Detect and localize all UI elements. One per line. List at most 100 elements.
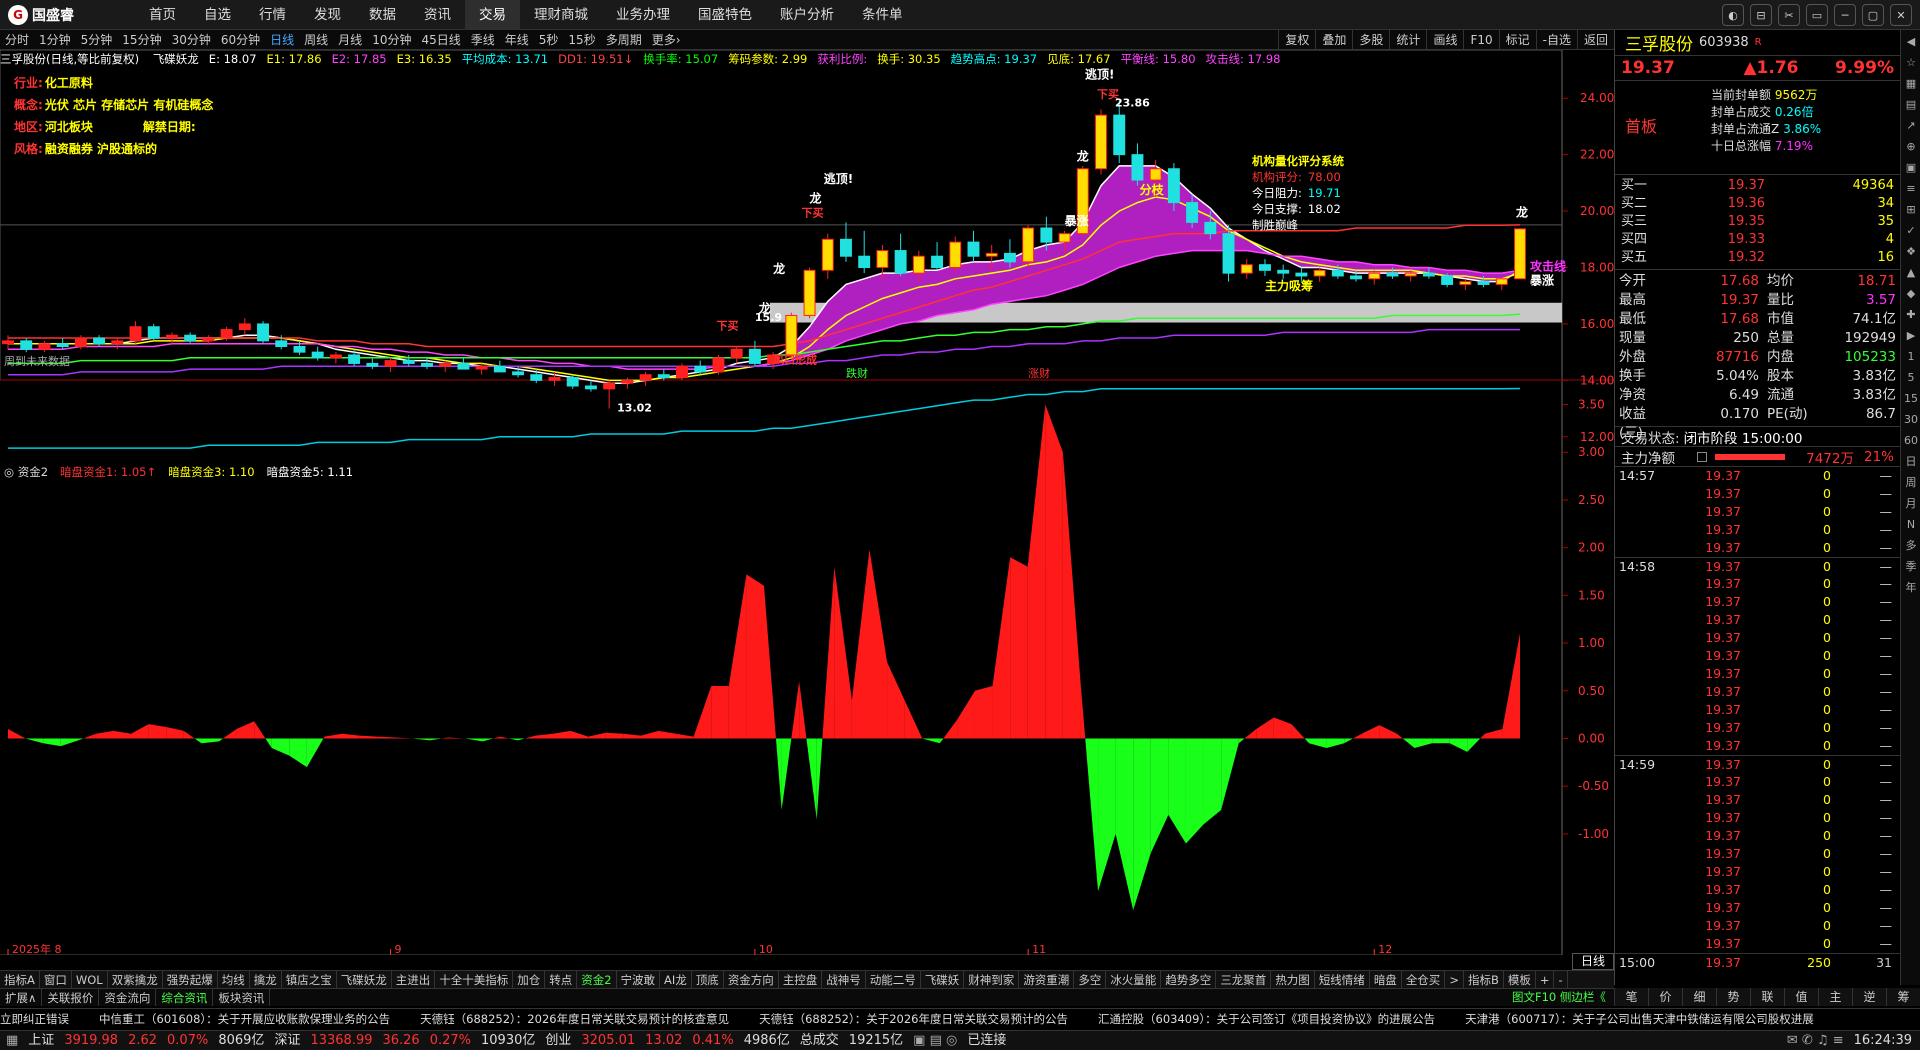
period-tab-8[interactable]: 月线 [333, 31, 367, 48]
side-tool-icon[interactable]: ⊞ [1902, 201, 1920, 219]
nav-item-6[interactable]: 交易 [465, 0, 520, 30]
indicator-tab[interactable]: 擒龙 [250, 971, 282, 988]
nav-item-9[interactable]: 国盛特色 [684, 0, 766, 30]
window-control-icon-2[interactable]: ✂ [1778, 4, 1800, 26]
window-control-icon-5[interactable]: ▢ [1862, 4, 1884, 26]
news-ticker[interactable]: 立即纠正错误 中信重工（601608）：关于开展应收账款保理业务的公告 天德钰（68… [0, 1008, 1920, 1028]
quote-tab[interactable]: 值 [1784, 988, 1818, 1006]
side-tool-icon[interactable]: ☆ [1902, 54, 1920, 72]
stock-header[interactable]: 三孚股份 603938 R [1615, 30, 1900, 56]
chart-tool-2[interactable]: 多股 [1352, 30, 1389, 50]
chart-tool-8[interactable]: 返回 [1576, 30, 1614, 50]
quote-tab[interactable]: 联 [1750, 988, 1784, 1006]
indicator-tab[interactable]: 宁波敢 [617, 971, 661, 988]
period-tab-16[interactable]: 更多› [647, 31, 686, 48]
indicator-tab[interactable]: 双紫擒龙 [108, 971, 163, 988]
news-item[interactable]: 立即纠正错误 [0, 1012, 69, 1026]
indicator-tab[interactable]: > [1445, 971, 1464, 988]
period-tab-2[interactable]: 5分钟 [76, 31, 118, 48]
indicator-tab[interactable]: - [1554, 971, 1568, 988]
nav-item-7[interactable]: 理财商城 [520, 0, 602, 30]
indicator-tab[interactable]: 游资重潮 [1019, 971, 1075, 988]
buy-level-row[interactable]: 买三 19.35 35 [1615, 213, 1900, 231]
indicator-tab[interactable]: 飞碟妖 [921, 971, 965, 988]
bottom-tab[interactable]: 扩展∧ [0, 989, 43, 1006]
quote-tab[interactable]: 价 [1648, 988, 1682, 1006]
window-control-icon-3[interactable]: ▭ [1806, 4, 1828, 26]
indicator-tab[interactable]: 暗盘 [1370, 971, 1402, 988]
period-tab-0[interactable]: 分时 [0, 31, 34, 48]
side-tool-icon[interactable]: ✓ [1902, 222, 1920, 240]
side-tool-icon[interactable]: 1 [1902, 348, 1920, 366]
period-tab-9[interactable]: 10分钟 [367, 31, 416, 48]
indicator-tab[interactable]: 模板 [1504, 971, 1536, 988]
indicator-tab[interactable]: 三龙聚首 [1216, 971, 1272, 988]
chart-tool-6[interactable]: 标记 [1498, 30, 1536, 50]
sz-label[interactable]: 深证 [274, 1031, 300, 1050]
indicator-tab[interactable]: 主进出 [392, 971, 436, 988]
side-tool-icon[interactable]: 月 [1902, 495, 1920, 513]
period-tab-5[interactable]: 60分钟 [216, 31, 265, 48]
news-item[interactable]: 汇通控股（603409）：关于公司签订《项目投资协议》的进展公告 [1098, 1012, 1435, 1026]
side-tool-icon[interactable]: 15 [1902, 390, 1920, 408]
side-tool-icon[interactable]: ❖ [1902, 243, 1920, 261]
side-tool-icon[interactable]: 季 [1902, 558, 1920, 576]
f10-hint[interactable]: 图文F10 侧边栏《 [1512, 988, 1606, 1006]
indicator-tab[interactable]: 热力图 [1271, 971, 1315, 988]
nav-item-5[interactable]: 资讯 [410, 0, 465, 30]
nav-item-1[interactable]: 自选 [190, 0, 245, 30]
side-tool-icon[interactable]: ✚ [1902, 306, 1920, 324]
quote-tab[interactable]: 笔 [1614, 988, 1648, 1006]
period-tab-7[interactable]: 周线 [299, 31, 333, 48]
period-tab-3[interactable]: 15分钟 [117, 31, 166, 48]
indicator-tab[interactable]: 镇店之宝 [282, 971, 337, 988]
side-tool-icon[interactable]: 30 [1902, 411, 1920, 429]
side-tool-icon[interactable]: 60 [1902, 432, 1920, 450]
indicator-tab[interactable]: 冰火量能 [1106, 971, 1162, 988]
indicator-tab[interactable]: 全仓买 [1402, 971, 1446, 988]
side-tool-icon[interactable]: ▶ [1902, 327, 1920, 345]
period-tab-11[interactable]: 季线 [466, 31, 500, 48]
window-control-icon-4[interactable]: ─ [1834, 4, 1856, 26]
side-tool-icon[interactable]: ▤ [1902, 96, 1920, 114]
indicator-tab[interactable]: 顶底 [692, 971, 724, 988]
indicator-tab[interactable]: 指标B [1464, 971, 1504, 988]
indicator-tab[interactable]: 短线情绪 [1315, 971, 1370, 988]
nav-item-4[interactable]: 数据 [355, 0, 410, 30]
news-item[interactable]: 天津港（600717）：关于子公司出售天津中铁储运有限公司股权进展 [1465, 1012, 1814, 1026]
period-tab-6[interactable]: 日线 [265, 31, 299, 48]
chart-tool-5[interactable]: F10 [1463, 30, 1498, 50]
side-tool-icon[interactable]: 日 [1902, 453, 1920, 471]
period-tab-13[interactable]: 5秒 [534, 31, 564, 48]
nav-item-10[interactable]: 账户分析 [766, 0, 848, 30]
period-tab-4[interactable]: 30分钟 [167, 31, 216, 48]
nav-item-0[interactable]: 首页 [135, 0, 190, 30]
quote-tab[interactable]: 细 [1682, 988, 1716, 1006]
indicator-tab[interactable]: 均线 [218, 971, 250, 988]
nav-item-3[interactable]: 发现 [300, 0, 355, 30]
nav-item-11[interactable]: 条件单 [848, 0, 917, 30]
side-tool-icon[interactable]: 年 [1902, 579, 1920, 597]
indicator-tab[interactable]: 财神到家 [964, 971, 1020, 988]
sh-label[interactable]: 上证 [28, 1031, 54, 1050]
quote-tab[interactable]: 主 [1818, 988, 1852, 1006]
nav-item-2[interactable]: 行情 [245, 0, 300, 30]
side-tool-icon[interactable]: N [1902, 516, 1920, 534]
indicator-tab[interactable]: AI龙 [660, 971, 692, 988]
side-tool-icon[interactable]: ▲ [1902, 264, 1920, 282]
indicator-tab[interactable]: 指标A [0, 971, 40, 988]
side-tool-icon[interactable]: ↗ [1902, 117, 1920, 135]
bottom-tab[interactable]: 综合资讯 [156, 989, 214, 1006]
nav-item-8[interactable]: 业务办理 [602, 0, 684, 30]
bottom-tab[interactable]: 板块资讯 [213, 989, 271, 1006]
indicator-tab[interactable]: WOL [72, 971, 108, 988]
side-tool-icon[interactable]: ▣ [1902, 159, 1920, 177]
indicator-tab[interactable]: 资金方向 [724, 971, 779, 988]
side-tool-icon[interactable]: ◀ [1902, 33, 1920, 51]
period-tab-1[interactable]: 1分钟 [34, 31, 76, 48]
news-item[interactable]: 天德钰（688252）：2026年度日常关联交易预计的核查意见 [420, 1012, 729, 1026]
chart-tool-7[interactable]: -自选 [1535, 30, 1577, 50]
indicator-tab[interactable]: 资金2 [577, 971, 617, 988]
news-item[interactable]: 天德钰（688252）：关于2026年度日常关联交易预计的公告 [759, 1012, 1068, 1026]
buy-level-row[interactable]: 买四 19.33 4 [1615, 231, 1900, 249]
